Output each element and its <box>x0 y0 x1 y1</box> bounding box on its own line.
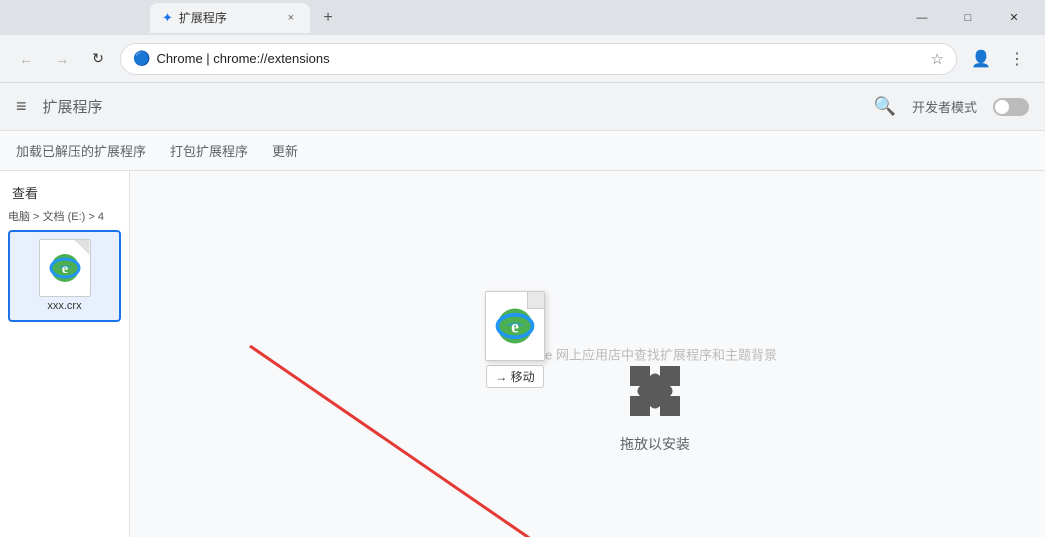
dragged-crx-icon: e <box>485 291 545 361</box>
sub-navigation: 加载已解压的扩展程序 打包扩展程序 更新 <box>0 131 1045 171</box>
crx-file-item[interactable]: e xxx.crx <box>8 230 121 322</box>
dev-mode-toggle[interactable] <box>993 98 1029 116</box>
tab-close-button[interactable]: × <box>284 10 298 26</box>
profile-button[interactable]: 👤 <box>965 43 997 75</box>
drop-label: 拖放以安装 <box>620 434 690 454</box>
extensions-header: ≡ 扩展程序 🔍 开发者模式 <box>0 83 1045 131</box>
extensions-content: 从 Chrome 网上应用店中查找扩展程序和主题背景 e <box>130 171 1045 537</box>
address-bar: ← → ↻ 🔵 Chrome | chrome://extensions ☆ 👤… <box>0 35 1045 83</box>
extensions-page-title: 扩展程序 <box>43 96 103 117</box>
url-value: chrome://extensions <box>213 51 329 66</box>
reload-button[interactable]: ↻ <box>84 45 112 73</box>
update-button[interactable]: 更新 <box>272 137 298 164</box>
url-text: Chrome | chrome://extensions <box>156 51 924 66</box>
dev-mode-label: 开发者模式 <box>912 97 977 116</box>
left-panel: 查看 电脑 > 文档 (E:) > 4 e xxx.crx <box>0 171 130 537</box>
crx-file-icon-wrapper: e <box>37 240 93 296</box>
close-button[interactable]: ✕ <box>991 0 1037 35</box>
title-bar: ✦ 扩展程序 × + — □ ✕ <box>0 0 1045 35</box>
load-unpacked-button[interactable]: 加载已解压的扩展程序 <box>16 137 146 164</box>
svg-text:e: e <box>511 316 519 336</box>
search-icon[interactable]: 🔍 <box>874 96 896 117</box>
crx-file-icon: e <box>39 239 91 297</box>
url-prefix: Chrome | <box>156 51 213 66</box>
url-bar[interactable]: 🔵 Chrome | chrome://extensions ☆ <box>120 43 957 75</box>
menu-button[interactable]: ⋮ <box>1001 43 1033 75</box>
hamburger-menu-icon[interactable]: ≡ <box>16 96 27 117</box>
main-content: 查看 电脑 > 文档 (E:) > 4 e xxx.crx <box>0 171 1045 537</box>
dragged-file: e → 移动 <box>485 291 545 388</box>
puzzle-icon <box>620 356 690 426</box>
active-tab[interactable]: ✦ 扩展程序 × <box>150 3 310 33</box>
dragged-ie-icon: e <box>495 306 535 346</box>
secure-icon: 🔵 <box>133 50 150 67</box>
window-frame: ✦ 扩展程序 × + — □ ✕ ← → ↻ 🔵 Chrome | chrome… <box>0 0 1045 537</box>
crx-file-label: xxx.crx <box>47 300 81 312</box>
svg-text:e: e <box>61 262 67 277</box>
ie-icon: e <box>49 252 81 284</box>
breadcrumb: 电脑 > 文档 (E:) > 4 <box>0 206 129 226</box>
tab-extension-icon: ✦ <box>162 10 173 26</box>
forward-button[interactable]: → <box>48 45 76 73</box>
tab-label: 扩展程序 <box>179 9 227 26</box>
bookmark-icon[interactable]: ☆ <box>931 50 944 68</box>
extensions-search-area: 🔍 开发者模式 <box>874 96 1029 117</box>
drop-zone: 拖放以安装 <box>620 356 690 454</box>
back-button[interactable]: ← <box>12 45 40 73</box>
address-actions: 👤 ⋮ <box>965 43 1033 75</box>
maximize-button[interactable]: □ <box>945 0 991 35</box>
view-label: 查看 <box>0 179 129 206</box>
window-controls: — □ ✕ <box>899 0 1045 35</box>
new-tab-button[interactable]: + <box>314 4 342 32</box>
drag-arrow <box>190 326 660 537</box>
minimize-button[interactable]: — <box>899 0 945 35</box>
pack-extension-button[interactable]: 打包扩展程序 <box>170 137 248 164</box>
move-badge: → 移动 <box>486 365 543 388</box>
